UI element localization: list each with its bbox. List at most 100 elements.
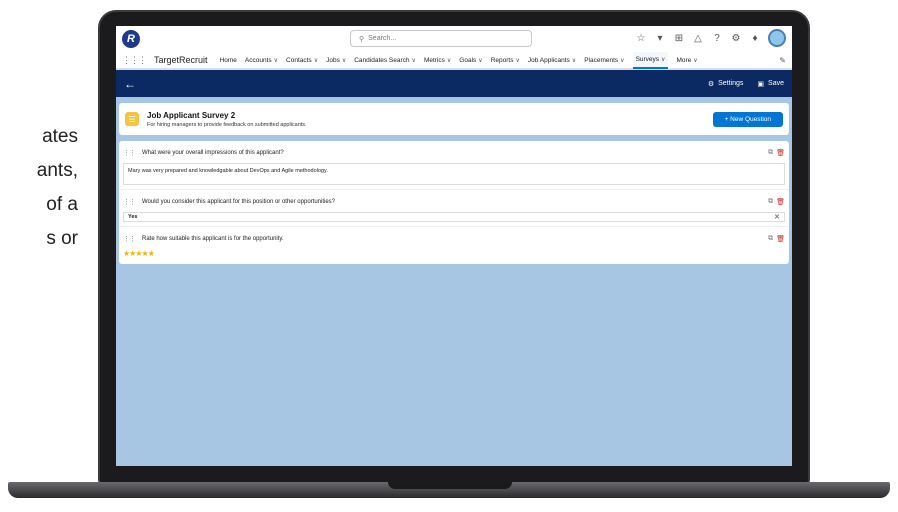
stage: ates ants, of a s or R ⚲ Search... ☆ ▾ ⊞… [0,0,898,512]
new-question-button[interactable]: + New Question [712,111,783,127]
side-text-line: s or [46,228,78,249]
survey-page: ← ⚙ Settings ▣ Save ☰ Job Applicant Surv… [116,70,792,466]
nav-tab-candidates-search[interactable]: Candidates Search ∨ [354,51,416,69]
chevron-down-icon[interactable]: ∨ [478,57,482,64]
trailhead-icon[interactable]: △ [692,32,704,44]
global-actions-icon[interactable]: ⊞ [673,32,685,44]
survey-toolbar: ← ⚙ Settings ▣ Save [116,70,792,97]
question-text: Would you consider this applicant for th… [142,199,335,205]
chevron-down-icon[interactable]: ∨ [447,57,451,64]
app-name: TargetRecruit [154,55,208,65]
nav-tab-accounts[interactable]: Accounts ∨ [245,51,278,69]
nav-tab-label: Goals [459,56,477,64]
favorites-star-icon[interactable]: ☆ [635,32,647,44]
delete-icon[interactable]: 🗑 [776,235,785,243]
nav-tab-label: Contacts [286,56,312,64]
survey-subtitle: For hiring managers to provide feedback … [147,121,307,128]
survey-header-card: ☰ Job Applicant Survey 2 For hiring mana… [119,103,789,135]
nav-tab-label: Surveys [635,55,660,63]
survey-icon: ☰ [125,112,139,126]
save-button[interactable]: ▣ Save [757,80,784,88]
nav-tab-goals[interactable]: Goals ∨ [459,51,482,69]
notifications-bell-icon[interactable]: ♦ [749,32,761,44]
nav-tab-metrics[interactable]: Metrics ∨ [424,51,451,69]
nav-tab-label: Placements [584,56,619,64]
nav-tab-placements[interactable]: Placements ∨ [584,51,624,69]
copy-icon[interactable]: ⧉ [768,149,773,157]
star-rating[interactable]: ★★★★★ [123,249,785,258]
nav-bar: ⋮⋮⋮ TargetRecruit Home Accounts ∨ Contacts ∨… [116,51,792,70]
answer-textarea[interactable]: Mary was very prepared and knowledgable … [123,163,785,185]
app-launcher-icon[interactable]: ⋮⋮⋮ [122,55,147,66]
nav-tab-label: Job Applicants [527,56,570,64]
nav-tab-jobs[interactable]: Jobs ∨ [326,51,346,69]
drag-handle-icon[interactable]: ⋮⋮ [123,149,136,157]
drag-handle-icon[interactable]: ⋮⋮ [123,235,136,243]
question-item: ⋮⋮ Rate how suitable this applicant is f… [119,226,789,258]
nav-tab-label: Accounts [244,56,272,64]
back-arrow-icon[interactable]: ← [124,77,136,91]
favorites-dropdown-icon[interactable]: ▾ [654,32,666,44]
chevron-down-icon[interactable]: ∨ [620,57,624,64]
utility-icons: ☆ ▾ ⊞ △ ? ⚙ ♦ [635,29,786,47]
nav-tab-label: Reports [490,56,514,64]
side-text-line: ates [42,126,78,147]
help-icon[interactable]: ? [711,32,723,44]
chevron-down-icon[interactable]: ∨ [274,57,278,64]
nav-tab-label: More [676,56,692,64]
question-text: Rate how suitable this applicant is for … [142,236,284,242]
user-avatar[interactable] [768,29,786,47]
laptop-notch [388,482,512,489]
answer-value: Yes [128,214,138,220]
side-text-line: of a [46,194,78,215]
nav-tab-contacts[interactable]: Contacts ∨ [286,51,318,69]
settings-button[interactable]: ⚙ Settings [708,80,744,88]
chevron-down-icon[interactable]: ∨ [661,56,665,63]
edit-nav-icon[interactable]: ✎ [779,56,786,65]
questions-panel: ⋮⋮ What were your overall impressions of… [119,141,789,264]
nav-tab-surveys[interactable]: Surveys ∨ [632,51,669,69]
chevron-down-icon[interactable]: ∨ [572,57,576,64]
star-icon[interactable]: ★ [148,249,155,258]
settings-label: Settings [718,80,744,87]
nav-tab-label: Candidates Search [354,56,410,64]
nav-tab-label: Metrics [423,56,445,64]
gear-icon: ⚙ [707,80,715,88]
question-item: ⋮⋮ What were your overall impressions of… [119,145,789,185]
nav-tab-reports[interactable]: Reports ∨ [491,51,520,69]
copy-icon[interactable]: ⧉ [768,235,773,243]
nav-tab-label: Home [219,56,237,64]
save-icon: ▣ [757,80,765,88]
search-icon: ⚲ [359,35,365,43]
side-marketing-text: ates ants, of a s or [0,120,78,256]
question-item: ⋮⋮ Would you consider this applicant for… [119,189,789,222]
question-text: What were your overall impressions of th… [142,150,284,156]
side-text-line: ants, [36,160,78,181]
answer-select[interactable]: Yes ✕ [123,212,785,222]
chevron-down-icon[interactable]: ∨ [693,57,697,64]
nav-tab-job-applicants[interactable]: Job Applicants ∨ [528,51,576,69]
delete-icon[interactable]: 🗑 [776,198,785,206]
delete-icon[interactable]: 🗑 [776,149,785,157]
global-search[interactable]: ⚲ Search... [350,30,532,47]
chevron-down-icon[interactable]: ∨ [314,57,318,64]
survey-heading: Job Applicant Survey 2 For hiring manage… [147,111,307,128]
nav-tab-home[interactable]: Home [220,51,237,69]
nav-items: Home Accounts ∨ Contacts ∨ Jobs ∨ Candidates Se… [220,51,706,69]
chevron-down-icon[interactable]: ∨ [515,57,519,64]
survey-title: Job Applicant Survey 2 [147,110,236,120]
chevron-down-icon[interactable]: ∨ [342,57,346,64]
nav-tab-label: Jobs [326,56,340,64]
laptop-screen: R ⚲ Search... ☆ ▾ ⊞ △ ? ⚙ ♦ ⋮⋮⋮ TargetRe… [116,26,792,466]
global-header: R ⚲ Search... ☆ ▾ ⊞ △ ? ⚙ ♦ [116,26,792,52]
chevron-down-icon[interactable]: ∨ [412,57,416,64]
copy-icon[interactable]: ⧉ [768,198,773,206]
app-logo[interactable]: R [122,30,140,48]
setup-gear-icon[interactable]: ⚙ [730,32,742,44]
save-label: Save [768,80,784,87]
nav-tab-more[interactable]: More ∨ [676,51,697,69]
clear-selection-icon[interactable]: ✕ [774,213,780,221]
toolbar-actions: ⚙ Settings ▣ Save [708,80,784,88]
drag-handle-icon[interactable]: ⋮⋮ [123,198,136,206]
search-placeholder: Search... [368,35,397,42]
